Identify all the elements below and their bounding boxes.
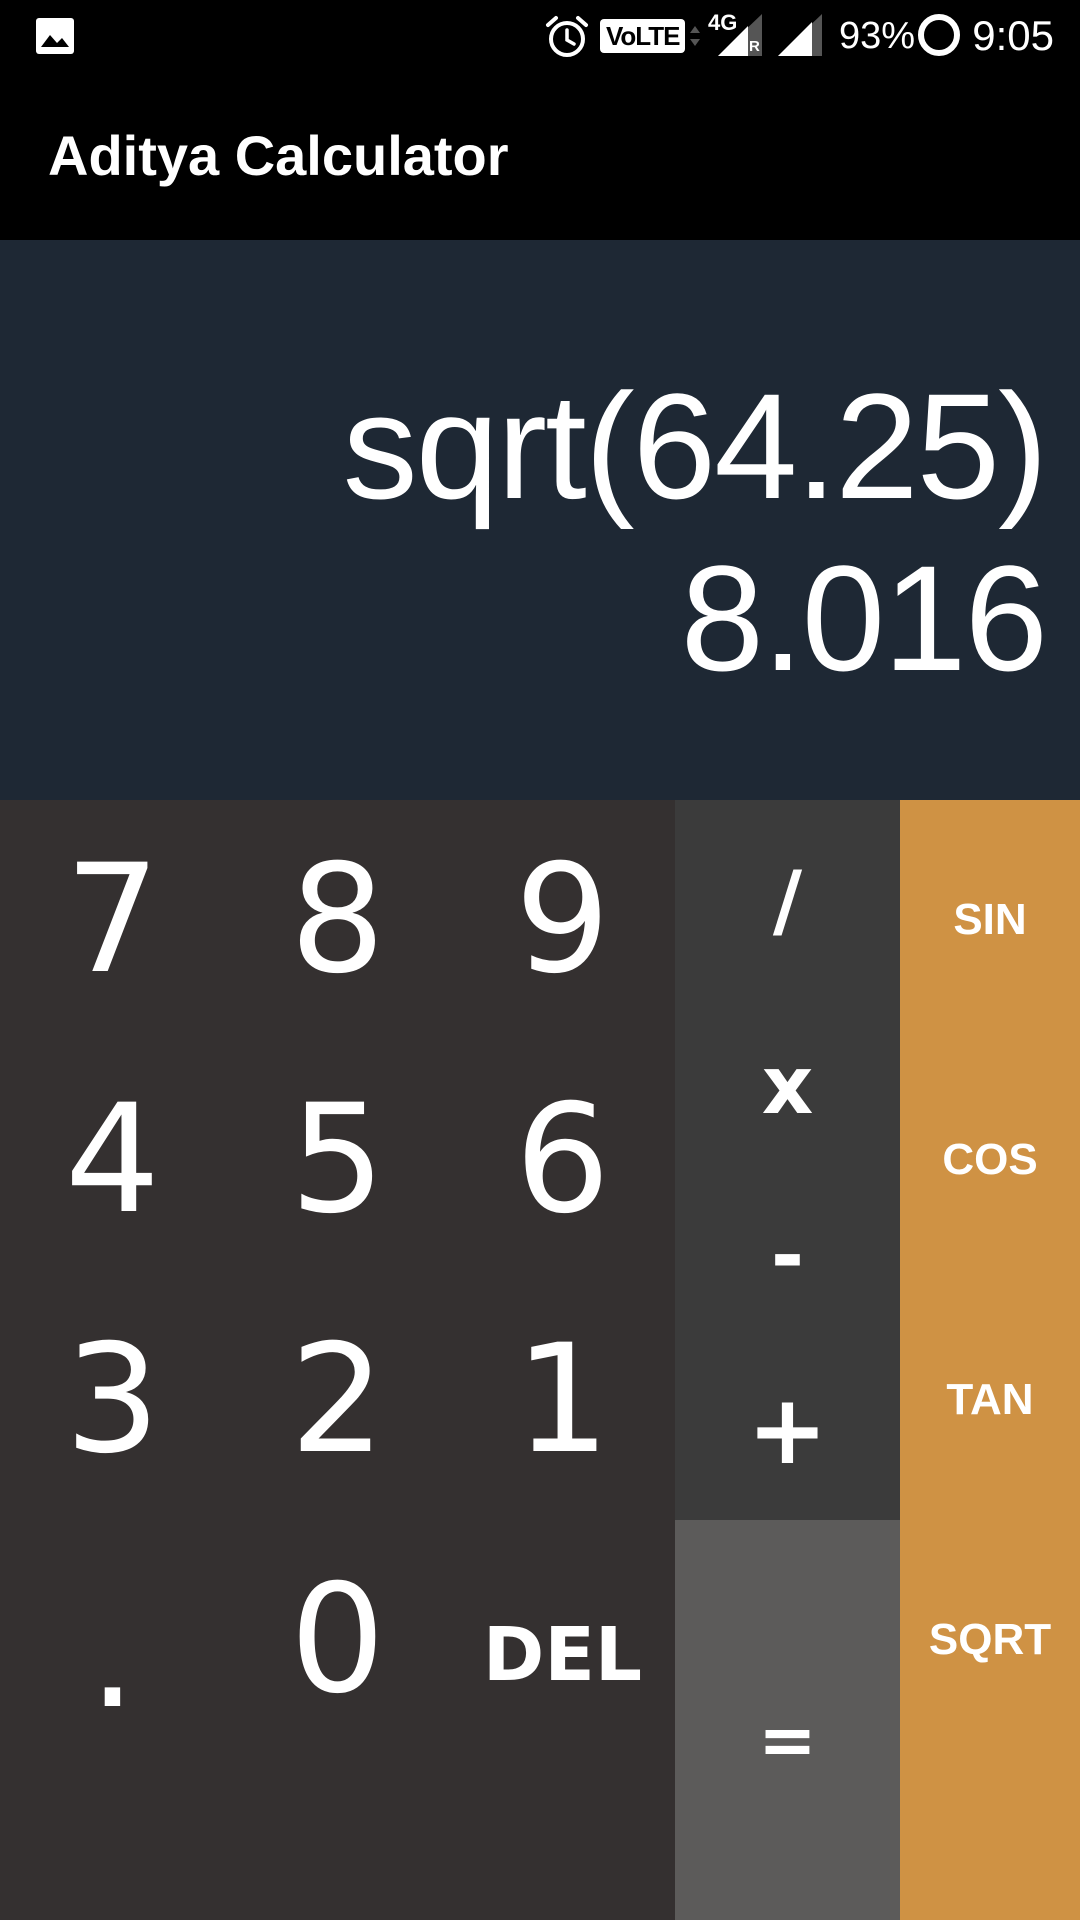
result-text: 8.016 — [680, 534, 1048, 702]
sin-button[interactable]: SIN — [900, 800, 1080, 1040]
battery-percent: 93% — [839, 15, 916, 57]
app-title: Aditya Calculator — [48, 124, 509, 187]
key-2[interactable]: 2 — [225, 1280, 450, 1520]
calculator-display: sqrt(64.25) 8.016 — [0, 240, 1080, 800]
alarm-clock-icon — [546, 16, 588, 57]
key-5[interactable]: 5 — [225, 1040, 450, 1280]
key-0[interactable]: 0 — [225, 1520, 450, 1760]
image-icon — [36, 18, 74, 54]
battery-ring-icon — [918, 14, 960, 56]
key-6[interactable]: 6 — [450, 1040, 675, 1280]
delete-button[interactable]: DEL — [450, 1520, 675, 1760]
key-3[interactable]: 3 — [0, 1280, 225, 1520]
sqrt-button[interactable]: SQRT — [900, 1520, 1080, 1760]
status-bar: VoLTE 4G R 93% 9:05 — [0, 0, 1080, 72]
multiply-button[interactable]: x — [675, 1000, 900, 1170]
key-decimal-point[interactable]: . — [0, 1520, 225, 1760]
equals-button[interactable]: = — [675, 1520, 900, 1920]
signal-icon-secondary — [778, 14, 822, 56]
key-7[interactable]: 7 — [0, 800, 225, 1040]
key-8[interactable]: 8 — [225, 800, 450, 1040]
key-4[interactable]: 4 — [0, 1040, 225, 1280]
roaming-label: R — [749, 38, 760, 55]
data-activity-icon — [690, 26, 700, 46]
keypad: 7 8 9 4 5 6 3 2 1 . 0 DEL / x - + = SIN … — [0, 800, 1080, 1920]
operator-column: / x - + — [675, 800, 900, 1520]
cos-button[interactable]: COS — [900, 1040, 1080, 1280]
divide-button[interactable]: / — [675, 800, 900, 1000]
app-bar: Aditya Calculator — [0, 72, 1080, 240]
key-1[interactable]: 1 — [450, 1280, 675, 1520]
subtract-button[interactable]: - — [675, 1170, 900, 1340]
expression-text: sqrt(64.25) — [342, 362, 1048, 530]
equals-panel: = — [675, 1520, 900, 1920]
volte-badge: VoLTE — [600, 19, 686, 53]
tan-button[interactable]: TAN — [900, 1280, 1080, 1520]
clock-time: 9:05 — [972, 12, 1054, 59]
add-button[interactable]: + — [675, 1340, 900, 1520]
key-9[interactable]: 9 — [450, 800, 675, 1040]
digit-pad: 7 8 9 4 5 6 3 2 1 . 0 DEL — [0, 800, 675, 1920]
function-column: SIN COS TAN SQRT — [900, 800, 1080, 1920]
